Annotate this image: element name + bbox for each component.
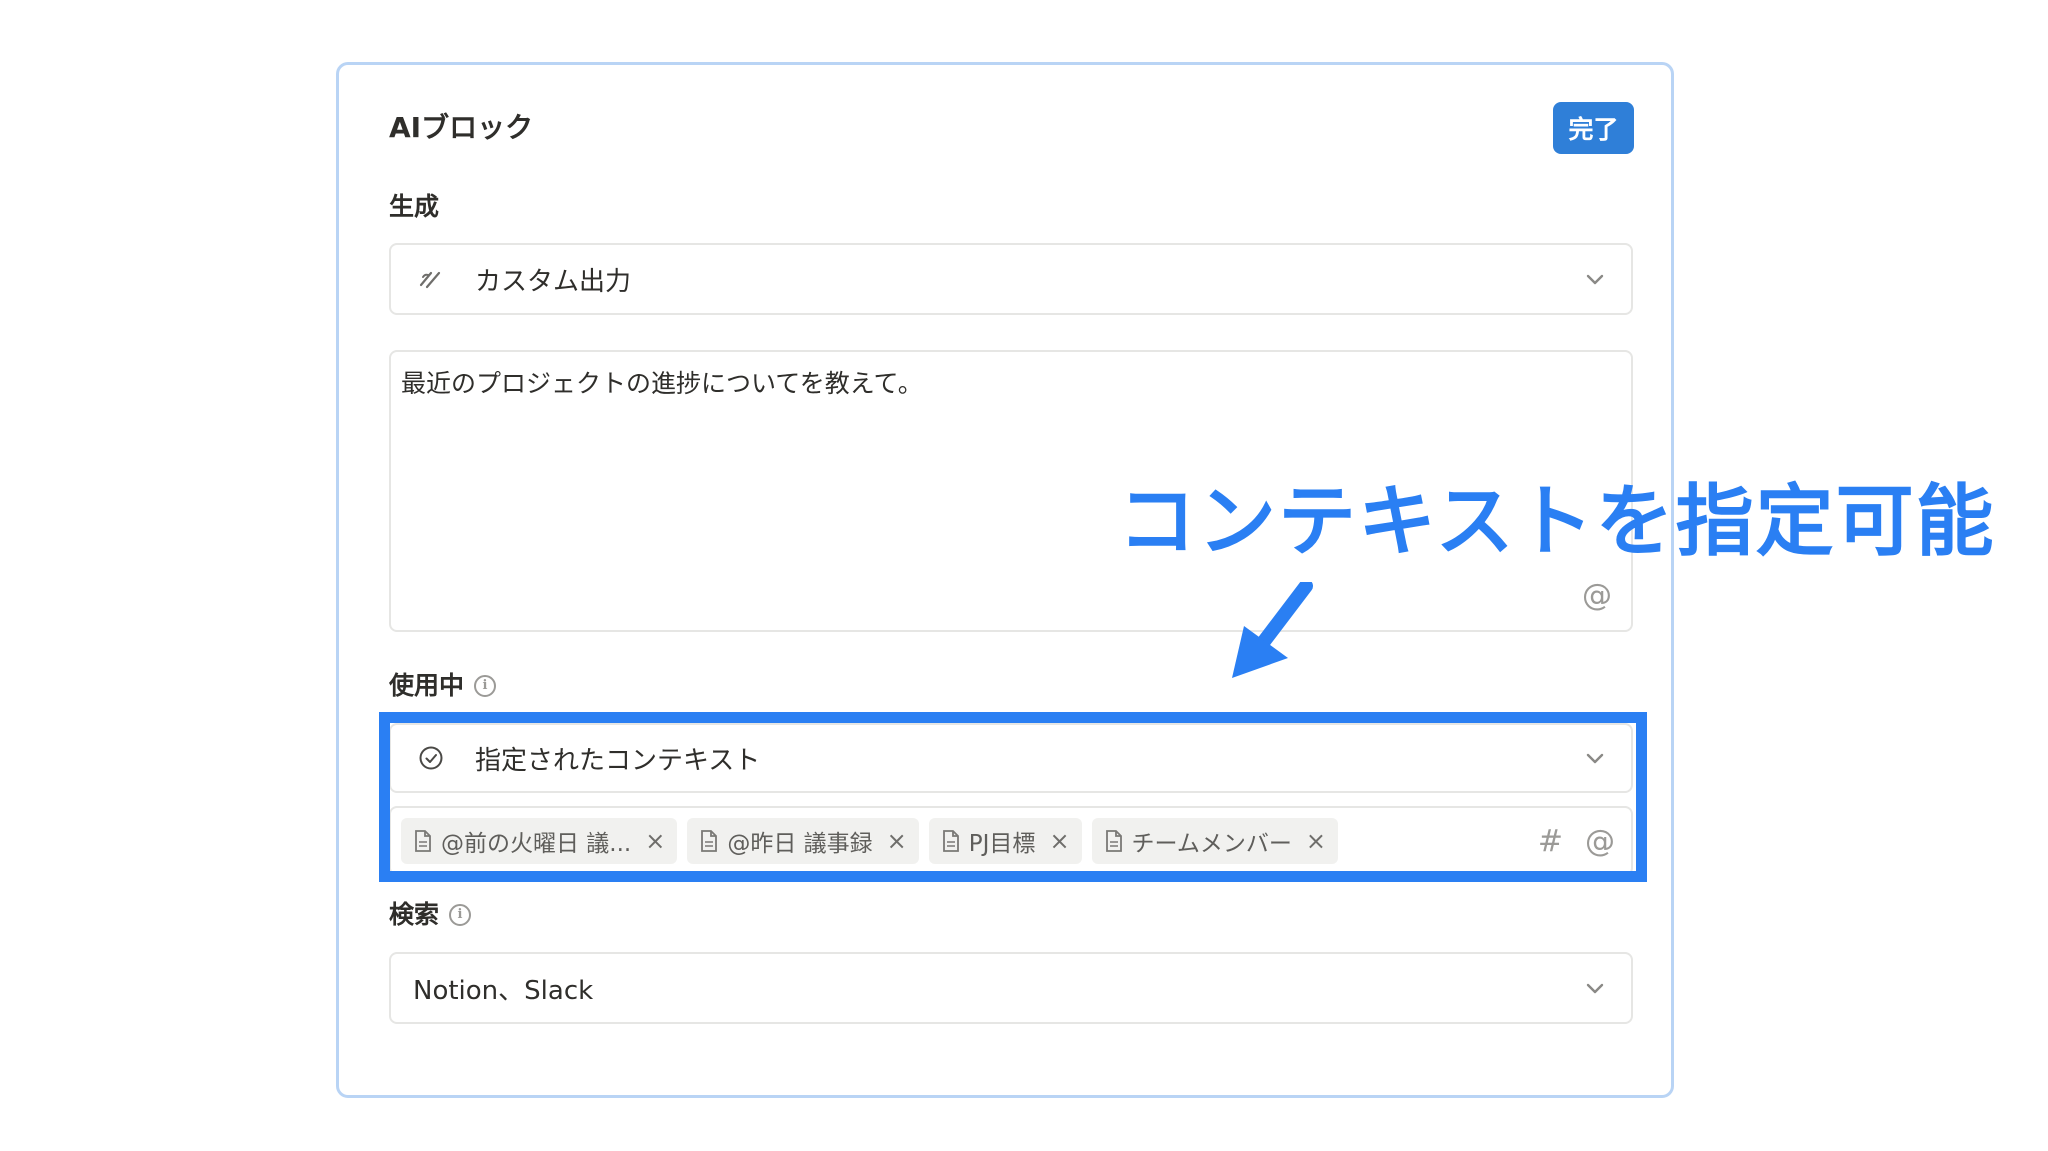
magic-wand-icon — [413, 261, 449, 297]
mention-icon[interactable]: @ — [1582, 578, 1612, 613]
search-label-text: 検索 — [389, 900, 440, 929]
search-select[interactable]: Notion、Slack — [389, 952, 1633, 1024]
in-use-label: 使用中 i — [389, 669, 497, 703]
generate-label: 生成 — [389, 190, 439, 224]
generate-select-value: カスタム出力 — [475, 266, 632, 297]
search-select-value: Notion、Slack — [413, 975, 594, 1006]
info-icon[interactable]: i — [449, 904, 472, 926]
prompt-text: 最近のプロジェクトの進捗についてを教えて。 — [401, 369, 923, 398]
generate-select[interactable]: カスタム出力 — [389, 243, 1633, 315]
in-use-label-text: 使用中 — [389, 671, 465, 700]
done-button[interactable]: 完了 — [1553, 102, 1634, 154]
chevron-down-icon — [1581, 974, 1609, 1002]
panel-title: AIブロック — [389, 111, 534, 144]
generate-label-text: 生成 — [389, 192, 440, 221]
arrow-down-left-icon — [1232, 582, 1313, 678]
info-icon[interactable]: i — [474, 675, 497, 697]
search-label: 検索 i — [389, 898, 472, 932]
chevron-down-icon — [1581, 265, 1609, 293]
annotation-text: コンテキストを指定可能 — [1118, 477, 1996, 567]
context-highlight-box — [379, 712, 1647, 882]
